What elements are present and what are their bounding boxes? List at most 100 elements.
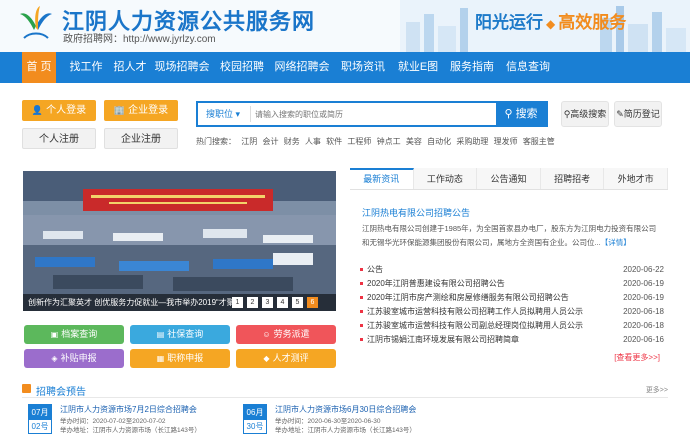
slogan: 阳光运行 ◆ 高效服务: [475, 13, 627, 33]
carousel-page[interactable]: 5: [292, 297, 303, 308]
personal-register-button[interactable]: 个人注册: [22, 128, 96, 149]
nav-service-guide[interactable]: 服务指南: [444, 52, 500, 83]
nav-online-fair[interactable]: 网络招聘会: [270, 52, 334, 83]
nav-home[interactable]: 首 页: [22, 52, 56, 83]
nav-career-news[interactable]: 职场资讯: [334, 52, 392, 83]
tab-other-markets[interactable]: 外地才市: [604, 168, 668, 189]
news-detail-link[interactable]: 【详情】: [601, 238, 631, 247]
personal-login-button[interactable]: 👤 个人登录: [22, 100, 96, 121]
hot-word[interactable]: 钟点工: [377, 137, 401, 146]
subsidy-apply-button[interactable]: ◈ 补贴申报: [24, 349, 124, 368]
talent-assessment-button[interactable]: ◆ 人才测评: [236, 349, 336, 368]
nav-find-job[interactable]: 找工作: [62, 52, 110, 83]
tab-latest-news[interactable]: 最新资讯: [350, 168, 414, 189]
tab-notices[interactable]: 公告通知: [477, 168, 541, 189]
hot-word[interactable]: 美容: [406, 137, 422, 146]
carousel-page-active[interactable]: 6: [307, 297, 318, 308]
job-fair-item[interactable]: 06月 30号 江阴市人力资源市场6月30日综合招聘会 举办时间：2020-06…: [243, 404, 453, 437]
fair-date-badge: 06月 30号: [243, 404, 267, 434]
news-item[interactable]: 公告 2020-06-22: [360, 263, 664, 277]
nav-info-query[interactable]: 信息查询: [500, 52, 556, 83]
bullet-icon: [360, 268, 363, 272]
bullet-icon: [360, 324, 363, 328]
hot-word[interactable]: 财务: [284, 137, 300, 146]
nav-onsite-fair[interactable]: 现场招聘会: [150, 52, 214, 83]
cap-icon: ◆: [263, 354, 270, 363]
people-icon: ☺: [262, 330, 271, 339]
hot-word[interactable]: 人事: [305, 137, 321, 146]
logo-icon[interactable]: [16, 4, 56, 44]
folder-icon: ▣: [50, 330, 59, 339]
fair-address: 举办地址：江阴市人力资源市场（长江路143号）: [275, 427, 416, 434]
pencil-icon: ✎: [616, 109, 624, 119]
hot-search-label: 热门搜索：: [196, 137, 236, 146]
user-icon: 👤: [31, 105, 44, 115]
search-bar: 搜职位 ▾ ⚲ 搜索: [196, 101, 548, 127]
news-more-link[interactable]: [查看更多>>]: [614, 352, 660, 363]
login-box: 👤 个人登录 🏢 企业登录 个人注册 企业注册: [22, 96, 178, 154]
job-fair-header: 招聘会预告 更多>>: [22, 382, 668, 398]
hot-word[interactable]: 自动化: [427, 137, 451, 146]
banner-caption[interactable]: 创新作为汇聚英才 创优服务力促就业—我市举办2019“才聚...: [28, 297, 241, 308]
news-item[interactable]: 江苏骏室城市运营科技有限公司副总经理岗位拟聘用人员公示 2020-06-18: [360, 319, 664, 333]
hot-word[interactable]: 软件: [326, 137, 342, 146]
banner-caption-bar: 创新作为汇聚英才 创优服务力促就业—我市举办2019“才聚... 1 2 3 4…: [23, 294, 336, 311]
banner-photo: [23, 171, 336, 311]
fair-date-badge: 07月 02号: [28, 404, 52, 434]
hot-word[interactable]: 理发师: [494, 137, 518, 146]
hot-word[interactable]: 采购助理: [456, 137, 488, 146]
news-summary: 江阴热电有限公司创建于1985年，为全国首家县办电厂，股东方为江阴电力投资有限公…: [362, 224, 657, 247]
nav-campus[interactable]: 校园招聘: [214, 52, 270, 83]
site-subtitle: 政府招聘网：http://www.jyrlzy.com: [63, 34, 216, 45]
news-panel: 最新资讯 工作动态 公告通知 招聘招考 外地才市 江阴热电有限公司招聘公告 江阴…: [350, 168, 668, 368]
stack-icon: ◈: [51, 354, 58, 363]
resume-register-button[interactable]: ✎简历登记: [614, 101, 662, 127]
badge-icon: ▦: [156, 354, 165, 363]
fair-title[interactable]: 江阴市人力资源市场6月30日综合招聘会: [275, 404, 416, 415]
news-item[interactable]: 江苏骏室城市运营科技有限公司招聘工作人员拟聘用人员公示 2020-06-18: [360, 305, 664, 319]
carousel-page[interactable]: 1: [232, 297, 243, 308]
news-list: 公告 2020-06-22 2020年江阴普惠建设有限公司招聘公告 2020-06-…: [360, 263, 664, 347]
hot-word[interactable]: 工程师: [347, 137, 371, 146]
job-fair-item[interactable]: 07月 02号 江阴市人力资源市场7月2日综合招聘会 举办时间：2020-07-…: [28, 404, 238, 437]
news-tabs: 最新资讯 工作动态 公告通知 招聘招考 外地才市: [350, 168, 668, 190]
fair-address: 举办地址：江阴市人力资源市场（长江路143号）: [60, 427, 201, 434]
tab-work-updates[interactable]: 工作动态: [414, 168, 478, 189]
carousel-page[interactable]: 2: [247, 297, 258, 308]
bullet-icon: [360, 310, 363, 314]
building-icon: 🏢: [113, 105, 126, 115]
advanced-search-button[interactable]: ⚲高级搜索: [561, 101, 609, 127]
company-register-button[interactable]: 企业注册: [104, 128, 178, 149]
carousel-pager: 1 2 3 4 5 6: [228, 297, 318, 308]
calendar-icon: [22, 384, 31, 393]
site-header: 江阴人力资源公共服务网 政府招聘网：http://www.jyrlzy.com …: [0, 0, 690, 52]
news-carousel[interactable]: 创新作为汇聚英才 创优服务力促就业—我市举办2019“才聚... 1 2 3 4…: [23, 171, 336, 311]
search-button[interactable]: ⚲ 搜索: [496, 103, 546, 125]
nav-employment-map[interactable]: 就业E图: [392, 52, 444, 83]
archive-query-button[interactable]: ▣ 档案查询: [24, 325, 124, 344]
job-fair-more-link[interactable]: 更多>>: [646, 385, 668, 395]
labor-dispatch-button[interactable]: ☺ 劳务派遣: [236, 325, 336, 344]
card-icon: ▤: [156, 330, 165, 339]
social-security-query-button[interactable]: ▤ 社保查询: [130, 325, 230, 344]
news-headline[interactable]: 江阴热电有限公司招聘公告: [362, 206, 470, 219]
fair-title[interactable]: 江阴市人力资源市场7月2日综合招聘会: [60, 404, 197, 415]
hot-word[interactable]: 会计: [262, 137, 278, 146]
hot-search: 热门搜索： 江阴 会计 财务 人事 软件 工程师 钟点工 美容 自动化 采购助理…: [196, 136, 558, 147]
news-item[interactable]: 江阴市锡娟江南环境发展有限公司招聘简章 2020-06-16: [360, 333, 664, 347]
carousel-page[interactable]: 4: [277, 297, 288, 308]
nav-recruit[interactable]: 招人才: [110, 52, 150, 83]
search-icon: ⚲: [504, 108, 513, 120]
carousel-page[interactable]: 3: [262, 297, 273, 308]
search-input[interactable]: [250, 106, 490, 122]
news-item[interactable]: 2020年江阴普惠建设有限公司招聘公告 2020-06-19: [360, 277, 664, 291]
hot-word[interactable]: 客服主管: [523, 137, 555, 146]
news-item[interactable]: 2020年江阴市房产测绘和房屋修缮服务有限公司招聘公告 2020-06-19: [360, 291, 664, 305]
search-category-select[interactable]: 搜职位 ▾: [198, 103, 248, 125]
tab-recruitment-exams[interactable]: 招聘招考: [541, 168, 605, 189]
title-apply-button[interactable]: ▦ 职称申报: [130, 349, 230, 368]
main-nav: 首 页 找工作 招人才 现场招聘会 校园招聘 网络招聘会 职场资讯 就业E图 服…: [0, 52, 690, 83]
bullet-icon: [360, 338, 363, 342]
hot-word[interactable]: 江阴: [241, 137, 257, 146]
company-login-button[interactable]: 🏢 企业登录: [104, 100, 178, 121]
